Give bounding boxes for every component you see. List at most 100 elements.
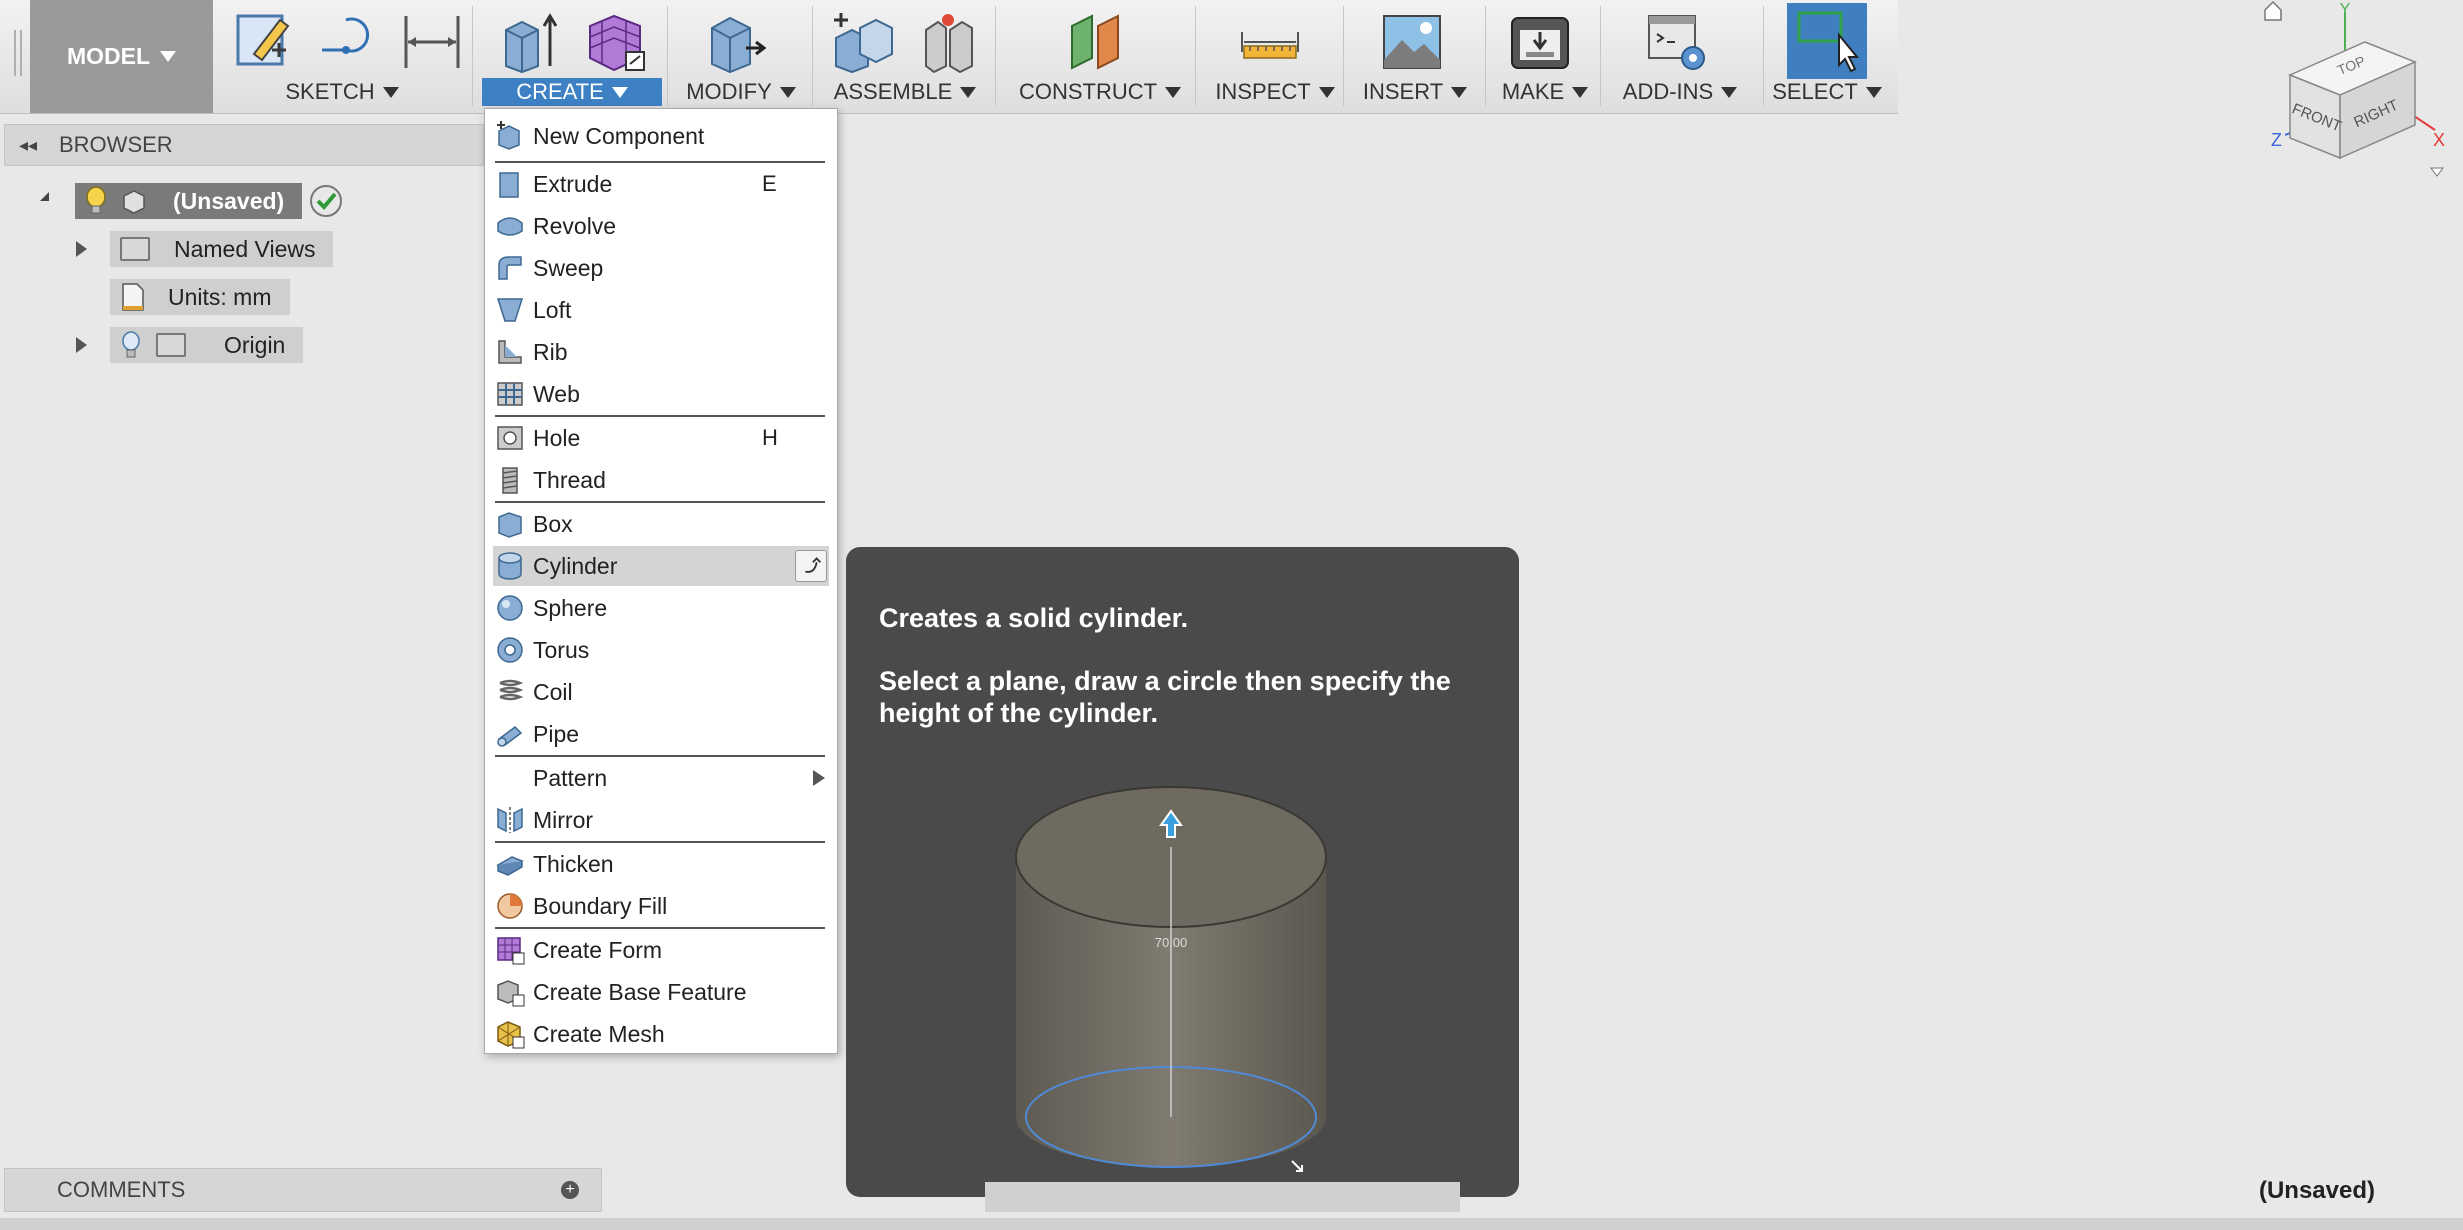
construct-menu[interactable]: CONSTRUCT [1010,78,1190,106]
cylinder-illustration: 70.00 [1015,786,1327,1172]
new-component-icon[interactable] [830,10,894,74]
menu-item-mirror[interactable]: Mirror [485,800,837,840]
toolbar-grip[interactable] [14,30,22,76]
menu-item-pattern[interactable]: Pattern [485,758,837,798]
menu-item-boundary-fill[interactable]: Boundary Fill [485,886,837,926]
bottom-strip [0,1218,2463,1230]
cylinder-tooltip: Creates a solid cylinder. Select a plane… [846,547,1519,1197]
browser-header[interactable]: ◂◂ BROWSER [4,124,484,166]
chevron-down-icon [960,86,977,98]
inspect-menu[interactable]: INSPECT [1210,78,1340,106]
visibility-bulb-icon[interactable] [85,186,107,216]
modify-menu[interactable]: MODIFY [676,78,806,106]
browser-item-named-views[interactable]: Named Views [110,231,334,267]
create-sketch-icon[interactable] [232,10,296,74]
assemble-menu[interactable]: ASSEMBLE [830,78,980,106]
joint-icon[interactable] [916,10,980,74]
menu-item-cylinder[interactable]: Cylinder [493,546,829,586]
extrude-icon[interactable] [498,10,562,74]
sweep-icon [498,256,522,280]
active-checkmark-icon[interactable] [308,183,344,219]
menu-item-sphere[interactable]: Sphere [485,588,837,628]
collapse-root-icon[interactable] [40,192,49,201]
menu-item-new-component[interactable]: New Component [485,116,837,156]
navigation-toolbar[interactable] [985,1182,1460,1212]
menu-item-torus[interactable]: Torus [485,630,837,670]
measure-icon[interactable] [1238,10,1302,74]
menu-item-extrude[interactable]: Extrude E [485,164,837,204]
loft-icon [496,298,524,322]
select-menu[interactable]: SELECT [1772,78,1882,106]
menu-item-create-base-feature[interactable]: Create Base Feature [485,972,837,1012]
select-tool-button[interactable] [1787,3,1867,79]
browser-item-units[interactable]: Units: mm [110,279,290,315]
menu-item-create-form[interactable]: Create Form [485,930,837,970]
loft-label: Loft [533,296,572,323]
modify-label: MODIFY [686,79,772,104]
addins-menu[interactable]: ADD-INS [1615,78,1745,106]
create-form-icon[interactable] [584,10,648,74]
component-icon [123,190,145,214]
insert-image-icon[interactable] [1380,10,1444,74]
sweep-label: Sweep [533,254,604,281]
create-mesh-label: Create Mesh [533,1020,665,1047]
sketch-menu[interactable]: SKETCH [232,78,452,106]
thicken-label: Thicken [533,850,614,877]
menu-item-web[interactable]: Web [485,374,837,414]
create-menu-button[interactable]: CREATE [482,78,662,106]
mirror-label: Mirror [533,806,594,833]
menu-item-pipe[interactable]: Pipe [485,714,837,754]
visibility-bulb-icon[interactable] [120,330,142,360]
web-label: Web [533,380,580,407]
insert-menu[interactable]: INSERT [1360,78,1470,106]
press-pull-icon[interactable] [704,10,768,74]
menu-item-box[interactable]: Box [485,504,837,544]
comments-panel[interactable]: COMMENTS + [4,1168,602,1212]
extrude-shortcut: E [762,171,777,196]
menu-item-hole[interactable]: Hole H [485,418,837,458]
line-arc-icon[interactable] [316,10,380,74]
menu-item-rib[interactable]: Rib [485,332,837,372]
menu-item-thread[interactable]: Thread [485,460,837,500]
rib-label: Rib [533,338,568,365]
add-comment-icon[interactable]: + [561,1181,579,1199]
expand-named-views-icon[interactable] [76,241,87,257]
scripts-addins-icon[interactable] [1645,10,1709,74]
folder-icon [120,237,150,261]
menu-item-loft[interactable]: Loft [485,290,837,330]
tooltip-description: Select a plane, draw a circle then speci… [879,666,1451,728]
box-label: Box [533,510,573,537]
offset-plane-icon[interactable] [1064,10,1128,74]
menu-item-coil[interactable]: Coil [485,672,837,712]
menu-item-revolve[interactable]: Revolve [485,206,837,246]
height-dimension-label: 70.00 [1155,935,1188,950]
browser-root-row[interactable]: (Unsaved) [75,183,344,219]
revolve-icon [497,217,523,236]
hole-shortcut: H [762,425,778,450]
browser-item-origin[interactable]: Origin [110,327,304,363]
make-menu[interactable]: MAKE [1500,78,1590,106]
3d-print-icon[interactable] [1508,10,1572,74]
units-label: Units: mm [168,283,272,310]
chevron-down-icon [382,86,399,98]
repeat-command-icon[interactable] [795,550,827,582]
menu-item-sweep[interactable]: Sweep [485,248,837,288]
root-component-chip[interactable]: (Unsaved) [75,183,303,219]
expand-origin-icon[interactable] [76,337,87,353]
menu-item-thicken[interactable]: Thicken [485,844,837,884]
rib-icon [498,340,522,364]
toolbar: MODEL SKETCH CREATE MODIFY ASSEMBLE CONS… [0,0,1898,114]
assemble-label: ASSEMBLE [833,79,953,104]
chevron-down-icon [1165,86,1182,98]
box-icon [498,512,522,538]
dimension-icon[interactable] [400,10,464,74]
torus-icon [497,637,523,663]
create-dropdown-menu: New Component Extrude E Revolve Sweep Lo… [484,108,838,1054]
workspace-switcher[interactable]: MODEL [30,0,213,113]
collapse-panel-icon[interactable]: ◂◂ [5,135,51,156]
new-component-label: New Component [533,122,705,149]
view-cube[interactable]: Y Z X TOP FRONT RIGHT [2245,0,2463,185]
home-icon[interactable] [2264,0,2282,21]
menu-item-create-mesh[interactable]: Create Mesh [485,1014,837,1054]
viewcube-menu-icon[interactable] [2430,167,2444,177]
